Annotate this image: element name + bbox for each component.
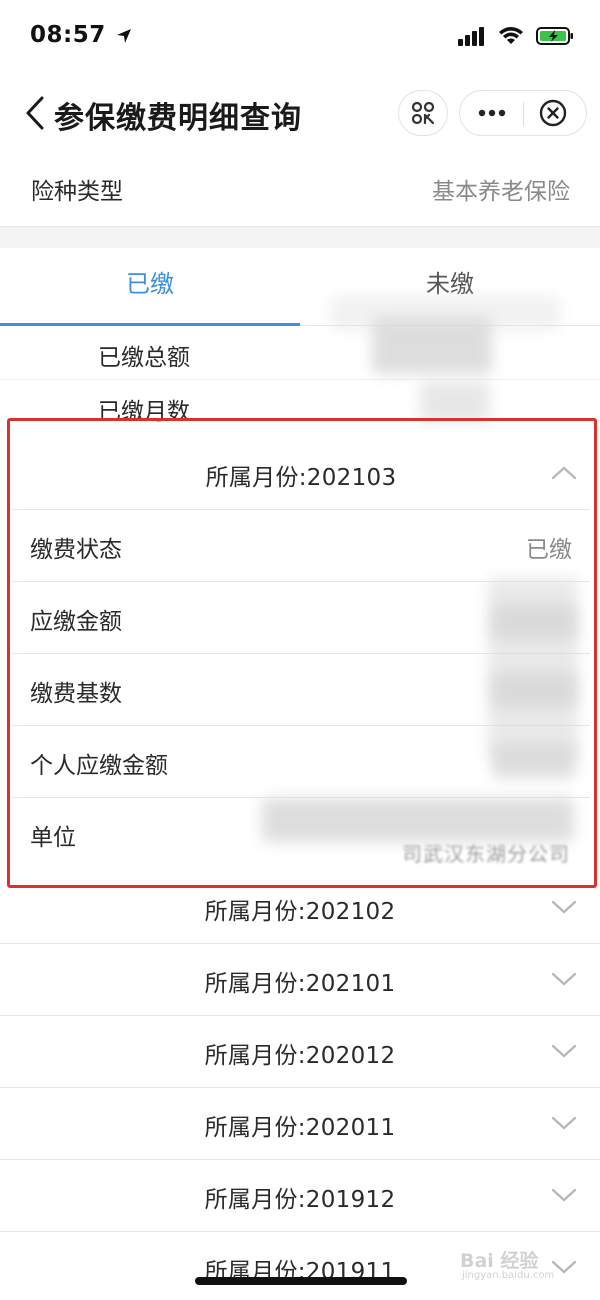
redacted-value xyxy=(492,744,576,778)
redacted-summary-value xyxy=(420,382,490,422)
redacted-summary-value xyxy=(330,296,560,330)
month-title: 所属月份:202012 xyxy=(204,1043,396,1069)
insurance-type-label: 险种类型 xyxy=(31,179,123,205)
status-time: 08:57 xyxy=(30,22,132,48)
home-indicator[interactable] xyxy=(195,1277,407,1285)
detail-label: 单位 xyxy=(30,825,76,851)
detail-label: 应缴金额 xyxy=(30,609,122,635)
chevron-down-icon xyxy=(551,1188,577,1202)
paid-total-row: 已缴总额 xyxy=(0,328,600,380)
battery-charging-icon xyxy=(536,27,573,45)
detail-label: 缴费基数 xyxy=(30,681,122,707)
chevron-down-icon xyxy=(551,1116,577,1130)
redacted-unit-name xyxy=(262,798,574,842)
page-title: 参保缴费明细查询 xyxy=(54,101,302,136)
month-title: 所属月份:202102 xyxy=(204,899,396,925)
status-icons xyxy=(458,22,574,50)
unit-value: 司武汉东湖分公司 xyxy=(402,842,570,866)
month-header-collapsed[interactable]: 所属月份:202012 xyxy=(0,1016,600,1088)
insurance-type-value: 基本养老保险 xyxy=(432,179,570,205)
month-header-collapsed[interactable]: 所属月份:201912 xyxy=(0,1160,600,1232)
watermark-text: Bai 经验 xyxy=(460,1250,539,1272)
baidu-watermark: Bai 经验 jingyan.baidu.com xyxy=(460,1238,590,1288)
wifi-icon xyxy=(499,27,523,44)
close-circle-icon xyxy=(539,99,567,127)
watermark-subtext: jingyan.baidu.com xyxy=(462,1270,555,1281)
chevron-up-icon xyxy=(551,466,577,480)
status-bar: 08:57 xyxy=(0,0,600,74)
chevron-down-icon xyxy=(551,1044,577,1058)
chevron-down-icon xyxy=(551,972,577,986)
month-title: 所属月份:202101 xyxy=(204,971,396,997)
more-button[interactable] xyxy=(460,91,523,135)
month-header-collapsed[interactable]: 所属月份:202101 xyxy=(0,944,600,1016)
section-divider xyxy=(0,226,600,248)
close-button[interactable] xyxy=(524,91,586,135)
month-title: 所属月份:202103 xyxy=(205,465,397,491)
nav-bar: 参保缴费明细查询 xyxy=(0,78,600,148)
month-header-expanded[interactable]: 所属月份:202103 xyxy=(12,438,590,510)
paid-total-label: 已缴总额 xyxy=(98,345,190,371)
redacted-value xyxy=(492,672,576,708)
detail-label: 个人应缴金额 xyxy=(30,753,168,779)
signal-icon xyxy=(458,27,484,46)
insurance-type-row[interactable]: 险种类型 基本养老保险 xyxy=(0,158,600,220)
location-arrow-icon xyxy=(117,28,132,43)
chevron-down-icon xyxy=(551,900,577,914)
detail-value: 已缴 xyxy=(526,537,572,563)
scan-code-icon xyxy=(411,101,435,125)
chevron-left-icon xyxy=(26,96,44,130)
capsule-menu xyxy=(459,90,587,136)
tab-active-indicator xyxy=(0,323,300,326)
back-button[interactable] xyxy=(18,92,52,134)
more-dots-icon xyxy=(478,109,506,117)
month-title: 所属月份:202011 xyxy=(204,1115,396,1141)
detail-label: 缴费状态 xyxy=(30,537,122,563)
paid-months-row: 已缴月数 xyxy=(0,382,600,422)
tab-paid[interactable]: 已缴 xyxy=(0,248,300,326)
redacted-value xyxy=(492,604,576,640)
scan-button[interactable] xyxy=(398,90,448,136)
month-header-collapsed[interactable]: 所属月份:202011 xyxy=(0,1088,600,1160)
month-title: 所属月份:201912 xyxy=(204,1187,396,1213)
month-header-collapsed[interactable]: 所属月份:202102 xyxy=(0,872,600,944)
detail-row-status: 缴费状态 已缴 xyxy=(12,510,590,582)
